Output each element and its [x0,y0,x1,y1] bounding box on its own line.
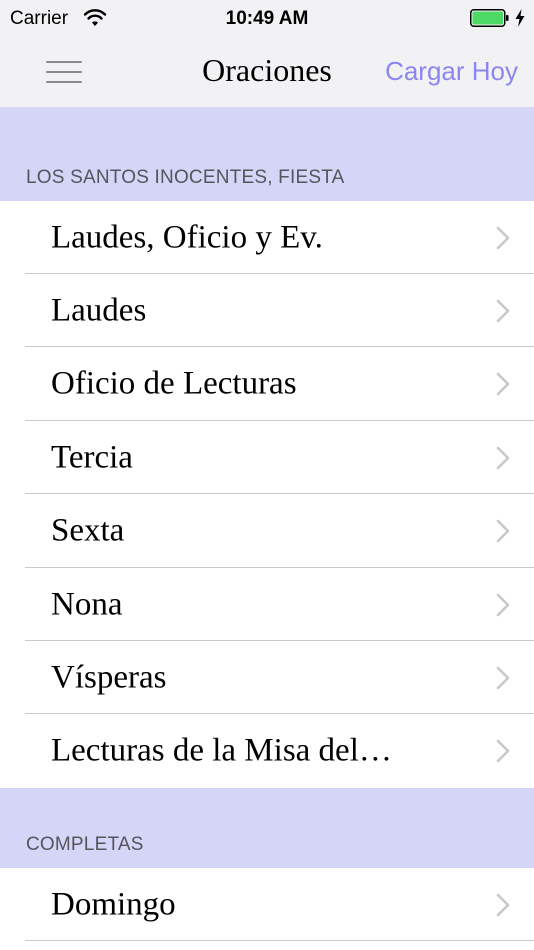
chevron-right-icon [496,519,510,543]
list-item[interactable]: Laudes [0,274,534,347]
hamburger-icon-line [46,71,82,73]
list-item[interactable]: Oficio de Lecturas [0,347,534,421]
list-item[interactable]: Vísperas [0,641,534,714]
chevron-right-icon [496,593,510,616]
section-title: COMPLETAS [26,834,144,855]
chevron-right-icon [496,299,510,322]
list-item[interactable]: Sexta [0,494,534,568]
navigation-bar: Oraciones Cargar Hoy [0,38,534,108]
list-item[interactable]: Laudes, Oficio y Ev. [0,201,534,274]
list-item-label: Tercia [51,439,133,475]
list-item[interactable]: Nona [0,568,534,641]
list-item-label: Oficio de Lecturas [51,365,297,402]
list-item-label: Domingo [51,886,176,922]
chevron-right-icon [496,666,510,689]
hamburger-icon-line [46,61,82,63]
chevron-right-icon [496,372,510,396]
chevron-right-icon [496,446,510,469]
status-time: 10:49 AM [225,8,309,29]
list-item-label: Laudes, Oficio y Ev. [51,219,323,255]
section-header: COMPLETAS [0,788,534,868]
load-today-button[interactable]: Cargar Hoy [385,56,518,87]
list-item-label: Lecturas de la Misa del… [51,732,392,769]
page-title: Oraciones [202,52,332,88]
status-bar: Carrier 10:49 AM [0,0,534,38]
charging-bolt-icon [515,9,525,27]
list-item-label: Nona [51,586,123,622]
row-separator [25,940,534,941]
chevron-right-icon [496,893,510,916]
list-item[interactable]: Lecturas de la Misa del… [0,714,534,788]
battery-icon [470,9,509,27]
list-item-label: Sexta [51,512,125,549]
chevron-right-icon [496,739,510,763]
section-header: LOS SANTOS INOCENTES, FIESTA [0,107,534,201]
hamburger-icon-line [46,81,82,83]
menu-button[interactable] [44,54,84,90]
chevron-right-icon [496,226,510,249]
list-item-label: Laudes [51,292,147,328]
list-item[interactable]: Tercia [0,421,534,494]
list-item[interactable]: Domingo [0,868,534,941]
section-title: LOS SANTOS INOCENTES, FIESTA [26,167,345,188]
list-item-label: Vísperas [51,659,167,695]
